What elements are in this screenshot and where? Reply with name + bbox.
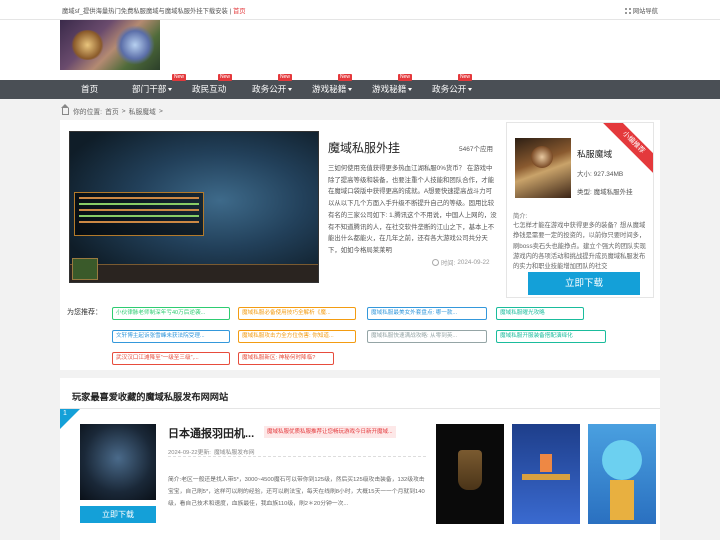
nav-item-gov-info[interactable]: 政务公开 New [252, 74, 293, 99]
type-value: 魔域私服外挂 [593, 189, 633, 196]
rank-number: 1 [63, 410, 67, 417]
chevron-down-icon [468, 88, 473, 92]
recommend-tag[interactable]: 魔域私服开服装备搭配演绎化 [496, 330, 606, 343]
app-description: 三如何使用充值获得更多热血江湖私服0%货币？ 在游戏中除了提高等级和装备，也要注… [328, 165, 497, 254]
intro-label: 简介: [513, 213, 528, 220]
nav-label: 政民互动 [192, 84, 227, 94]
new-badge: New [172, 74, 187, 81]
nav-label: 首页 [81, 84, 99, 94]
section-heading: 玩家最喜爱收藏的魔域私服发布网网站 [72, 392, 229, 402]
site-logo[interactable] [60, 20, 160, 70]
site-tagline: 魔域sf_提供海量热门免费私服魔域与魔域私服外挂下载安装 | 首页 [62, 8, 246, 15]
new-badge: New [278, 74, 293, 81]
new-badge: New [218, 74, 233, 81]
recommend-tag[interactable]: 文轩博主起诉张雪峰未获法院受理... [112, 330, 230, 343]
recommend-tag[interactable]: 魔域私服新区: 神秘何时降临? [238, 352, 334, 365]
game-category[interactable]: 魔域私服发布网 [214, 447, 255, 456]
site-nav-link[interactable]: 网站导航 [624, 6, 658, 15]
game-screenshot-thumb[interactable] [588, 424, 656, 524]
nav-item-interaction[interactable]: 政民互动 New [192, 74, 233, 99]
top-bar: 魔域sf_提供海量热门免费私服魔域与魔域私服外挂下载安装 | 首页 网站导航 [0, 0, 720, 20]
app-count: 5467个应用 [459, 146, 493, 153]
recommend-tag[interactable]: 魔域私服攻击力全方位伤害: 你知道... [238, 330, 356, 343]
clock-icon [432, 259, 439, 266]
nav-item-departments[interactable]: 部门干部 New [132, 74, 187, 99]
side-app-size: 大小: 927.34MB [577, 168, 623, 178]
size-label: 大小: [577, 171, 592, 178]
game-screenshot-thumb[interactable] [512, 424, 580, 524]
recommend-tag[interactable]: 魔域私服必备使用技巧全解析《魔... [238, 307, 356, 320]
chevron-down-icon [168, 88, 173, 92]
nav-item-game-tips-2[interactable]: 游戏秘籍 New [372, 74, 413, 99]
publish-time: 时间: 2024-09-22 [432, 258, 490, 267]
type-label: 类型: [577, 189, 592, 196]
chevron-down-icon [408, 88, 413, 92]
tagline-text: 魔域sf_提供海量热门免费私服魔域与魔域私服外挂下载安装 [62, 8, 228, 15]
new-badge: New [338, 74, 353, 81]
rank-badge: 1 [60, 409, 80, 429]
game-thumbnail[interactable] [80, 424, 156, 500]
nav-item-home[interactable]: 首页 [81, 80, 98, 99]
app-thumbnail[interactable] [515, 138, 571, 198]
dashed-divider [168, 456, 426, 457]
section-divider [60, 408, 660, 409]
header [0, 20, 720, 80]
popular-section: 玩家最喜爱收藏的魔域私服发布网网站 1 立即下载 日本通报羽田机... 魔域私服… [60, 378, 660, 540]
nav-label: 游戏秘籍 [372, 84, 407, 94]
nav-label: 政务公开 [252, 84, 287, 94]
home-link[interactable]: 首页 [233, 8, 246, 15]
main-nav: 首页 部门干部 New 政民互动 New 政务公开 New 游戏秘籍 New 游戏秘籍 N… [0, 74, 720, 99]
new-badge: New [458, 74, 473, 81]
nav-item-game-tips[interactable]: 游戏秘籍 New [312, 74, 353, 99]
home-icon [61, 103, 69, 115]
game-title[interactable]: 日本通报羽田机... [168, 425, 254, 441]
recommend-tag[interactable]: 魔域私服曜光攻略 [496, 307, 584, 320]
side-app-name: 私服魔域 [577, 149, 613, 159]
game-screenshot-thumb[interactable] [436, 424, 504, 524]
game-screenshot [69, 131, 319, 283]
recommend-tag[interactable]: 魔域私服快速满战攻略: 从零到英... [367, 330, 487, 343]
grid-icon [624, 7, 631, 14]
breadcrumb-sep: > [158, 107, 163, 115]
recommend-tag[interactable]: 小伙律脉老师制深年亏40万后逆袭... [112, 307, 230, 320]
chevron-down-icon [348, 88, 353, 92]
game-date: 2024-09-22更新: [168, 450, 211, 456]
app-detail-panel: 魔域私服外挂 5467个应用 三如何使用充值获得更多热血江湖私服0%货币？ 在游… [60, 120, 660, 370]
recommend-tag[interactable]: 武汉汉口江滩降至“一级至三级”,... [112, 352, 230, 365]
breadcrumb: 你的位置: 首页 > 私服魔域 > [61, 103, 163, 116]
new-badge: New [398, 74, 413, 81]
app-title: 魔域私服外挂 [328, 141, 401, 155]
time-label: 时间: [441, 260, 456, 267]
download-button[interactable]: 立即下载 [528, 272, 640, 295]
breadcrumb-home[interactable]: 首页 [105, 106, 119, 116]
nav-label: 政务公开 [432, 84, 467, 94]
intro-text: 七怎样才能在游戏中获得更多的装备？想从魔域挣钱是需要一定的投资的，以前你只要时间… [513, 222, 646, 271]
game-description: 简介:老区一般还是找人带5*，3000~4500魔石可以带你到125级，然后买1… [168, 477, 425, 507]
breadcrumb-sep: > [121, 107, 126, 115]
nav-item-gov-info-2[interactable]: 政务公开 New [432, 74, 473, 99]
nav-label: 部门干部 [132, 84, 167, 94]
nav-label: 游戏秘籍 [312, 84, 347, 94]
chevron-down-icon [288, 88, 293, 92]
time-value: 2024-09-22 [457, 259, 490, 266]
game-tag[interactable]: 魔域私服优质私服推荐让您畅玩游戏今日新开魔域... [264, 426, 396, 438]
size-value: 927.34MB [593, 171, 624, 178]
side-app-type: 类型: 魔域私服外挂 [577, 186, 633, 196]
game-download-button[interactable]: 立即下载 [80, 506, 156, 523]
recommend-tag[interactable]: 魔域私服最美女外套盘点: 哪一款... [367, 307, 487, 320]
breadcrumb-current[interactable]: 私服魔域 [129, 106, 156, 116]
breadcrumb-prefix: 你的位置: [73, 109, 103, 116]
recommend-label: 为您推荐： [67, 309, 102, 316]
site-nav-label: 网站导航 [632, 8, 658, 15]
